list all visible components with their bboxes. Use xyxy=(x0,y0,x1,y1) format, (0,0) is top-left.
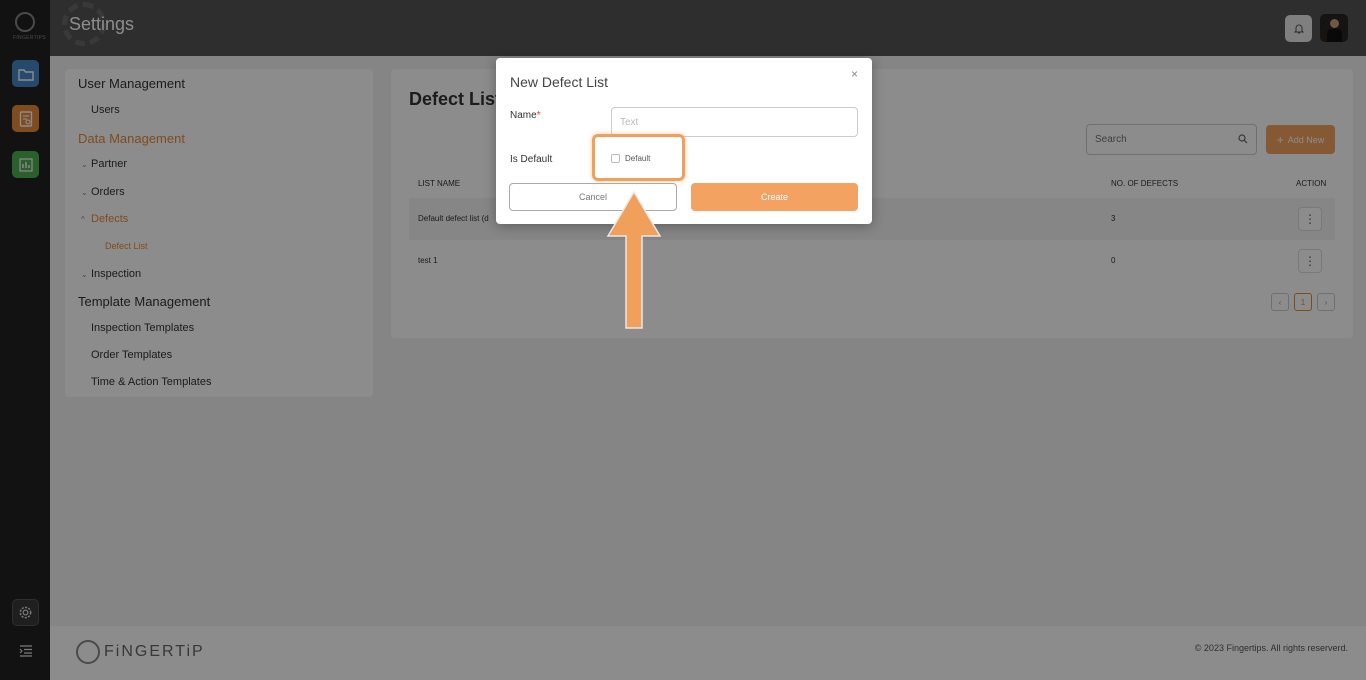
dialog-title: New Defect List xyxy=(510,74,609,90)
pointer-arrow-icon xyxy=(606,190,662,329)
name-label: Name* xyxy=(510,110,541,121)
create-button[interactable]: Create xyxy=(691,183,858,211)
name-field[interactable] xyxy=(611,107,858,137)
highlight-box xyxy=(592,134,685,181)
close-icon[interactable]: × xyxy=(851,67,858,81)
required-marker: * xyxy=(536,110,541,121)
is-default-label: Is Default xyxy=(510,154,553,165)
